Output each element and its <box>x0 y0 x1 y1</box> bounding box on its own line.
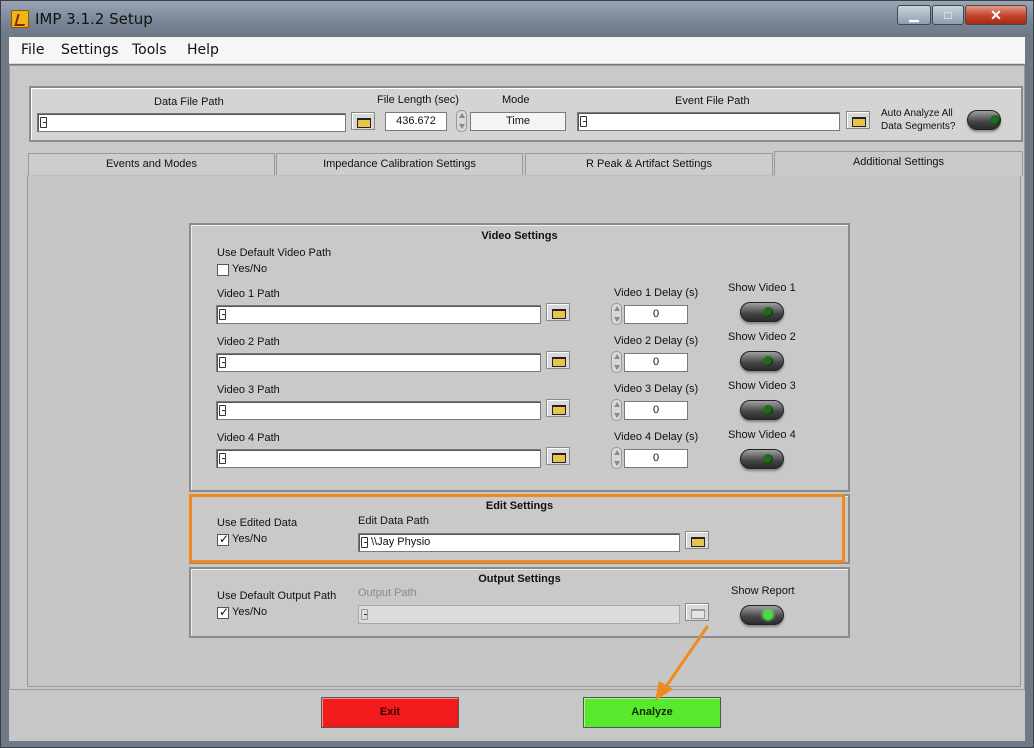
data-file-path-input[interactable] <box>37 113 346 132</box>
video-3-delay-field[interactable]: 0 <box>624 401 688 420</box>
annotation-arrow <box>655 625 709 701</box>
output-settings-title: Output Settings <box>478 573 561 585</box>
tab-r-peak-artifact[interactable]: R Peak & Artifact Settings <box>525 153 773 175</box>
video-2-delay-field[interactable]: 0 <box>624 353 688 372</box>
video-3-path-label: Video 3 Path <box>217 384 280 396</box>
path-icon <box>219 357 226 368</box>
auto-analyze-label: Auto Analyze All Data Segments? <box>881 108 956 132</box>
show-video-2-label: Show Video 2 <box>728 331 796 343</box>
path-icon <box>219 453 226 464</box>
menu-tools[interactable]: Tools <box>132 42 167 58</box>
video-1-delay-label: Video 1 Delay (s) <box>614 287 699 299</box>
output-path-label: Output Path <box>358 587 417 599</box>
menu-settings[interactable]: Settings <box>61 42 118 58</box>
use-default-video-path-label: Use Default Video Path <box>217 247 332 259</box>
show-video-1-toggle[interactable] <box>740 302 784 322</box>
bottom-button-bar <box>9 689 1025 741</box>
use-default-output-path-checkbox[interactable] <box>217 605 229 619</box>
video-1-browse-button[interactable] <box>546 303 570 321</box>
video-3-delay-spinner[interactable] <box>611 399 622 421</box>
window-title: IMP 3.1.2 Setup <box>35 10 153 28</box>
mode-label: Mode <box>502 94 530 106</box>
mode-field[interactable]: Time <box>470 112 566 131</box>
event-file-path-label: Event File Path <box>675 95 750 107</box>
video-2-delay-label: Video 2 Delay (s) <box>614 335 699 347</box>
app-icon <box>11 10 29 28</box>
video-4-delay-field[interactable]: 0 <box>624 449 688 468</box>
video-2-delay-spinner[interactable] <box>611 351 622 373</box>
application-window: IMP 3.1.2 Setup ▁ □ ✕ File Settings Tool… <box>0 0 1034 748</box>
video-1-path-label: Video 1 Path <box>217 288 280 300</box>
path-icon <box>219 405 226 416</box>
event-file-path-input[interactable] <box>577 112 840 131</box>
path-icon <box>40 117 47 128</box>
path-icon <box>580 116 587 127</box>
title-bar[interactable]: IMP 3.1.2 Setup ▁ □ ✕ <box>1 1 1033 37</box>
use-default-output-path-yesno: Yes/No <box>232 606 268 618</box>
video-1-delay-field[interactable]: 0 <box>624 305 688 324</box>
video-4-browse-button[interactable] <box>546 447 570 465</box>
video-2-browse-button[interactable] <box>546 351 570 369</box>
use-default-output-path-label: Use Default Output Path <box>217 590 337 602</box>
show-video-4-toggle[interactable] <box>740 449 784 469</box>
tab-impedance-calibration[interactable]: Impedance Calibration Settings <box>276 153 523 175</box>
arrow-shaft <box>661 625 709 693</box>
path-icon <box>219 309 226 320</box>
exit-button[interactable]: Exit <box>321 697 459 728</box>
use-default-video-path-checkbox[interactable] <box>217 264 229 276</box>
tab-additional-settings[interactable]: Additional Settings <box>774 151 1023 176</box>
video-2-path-input[interactable] <box>216 353 541 372</box>
show-video-2-toggle[interactable] <box>740 351 784 371</box>
tab-events-and-modes[interactable]: Events and Modes <box>28 153 275 175</box>
menu-file[interactable]: File <box>21 42 44 58</box>
data-file-browse-button[interactable] <box>351 112 375 130</box>
video-3-delay-label: Video 3 Delay (s) <box>614 383 699 395</box>
arrow-head <box>655 681 673 701</box>
video-settings-title: Video Settings <box>481 230 558 242</box>
video-4-path-label: Video 4 Path <box>217 432 280 444</box>
output-path-browse-button[interactable] <box>685 603 709 621</box>
show-video-3-toggle[interactable] <box>740 400 784 420</box>
show-video-3-label: Show Video 3 <box>728 380 796 392</box>
video-1-path-input[interactable] <box>216 305 541 324</box>
maximize-button[interactable]: □ <box>932 5 964 25</box>
file-length-label: File Length (sec) <box>377 94 459 106</box>
video-4-delay-spinner[interactable] <box>611 447 622 469</box>
video-3-browse-button[interactable] <box>546 399 570 417</box>
data-file-path-label: Data File Path <box>154 96 224 108</box>
output-path-input[interactable] <box>358 605 680 624</box>
video-2-path-label: Video 2 Path <box>217 336 280 348</box>
auto-analyze-toggle[interactable] <box>967 110 1001 130</box>
edit-settings-highlight <box>189 494 845 563</box>
show-video-4-label: Show Video 4 <box>728 429 796 441</box>
file-length-spinner[interactable] <box>456 110 467 132</box>
show-video-1-label: Show Video 1 <box>728 282 796 294</box>
file-length-field[interactable]: 436.672 <box>385 112 447 131</box>
close-button[interactable]: ✕ <box>965 5 1027 25</box>
video-4-path-input[interactable] <box>216 449 541 468</box>
menu-bar: File Settings Tools Help <box>9 37 1025 64</box>
show-report-label: Show Report <box>731 585 795 597</box>
use-default-video-path-yesno: Yes/No <box>232 263 268 275</box>
video-4-delay-label: Video 4 Delay (s) <box>614 431 699 443</box>
minimize-button[interactable]: ▁ <box>897 5 931 25</box>
path-icon <box>361 609 368 620</box>
menu-help[interactable]: Help <box>187 42 219 58</box>
video-3-path-input[interactable] <box>216 401 541 420</box>
show-report-toggle[interactable] <box>740 605 784 625</box>
event-file-browse-button[interactable] <box>846 111 870 129</box>
video-1-delay-spinner[interactable] <box>611 303 622 325</box>
